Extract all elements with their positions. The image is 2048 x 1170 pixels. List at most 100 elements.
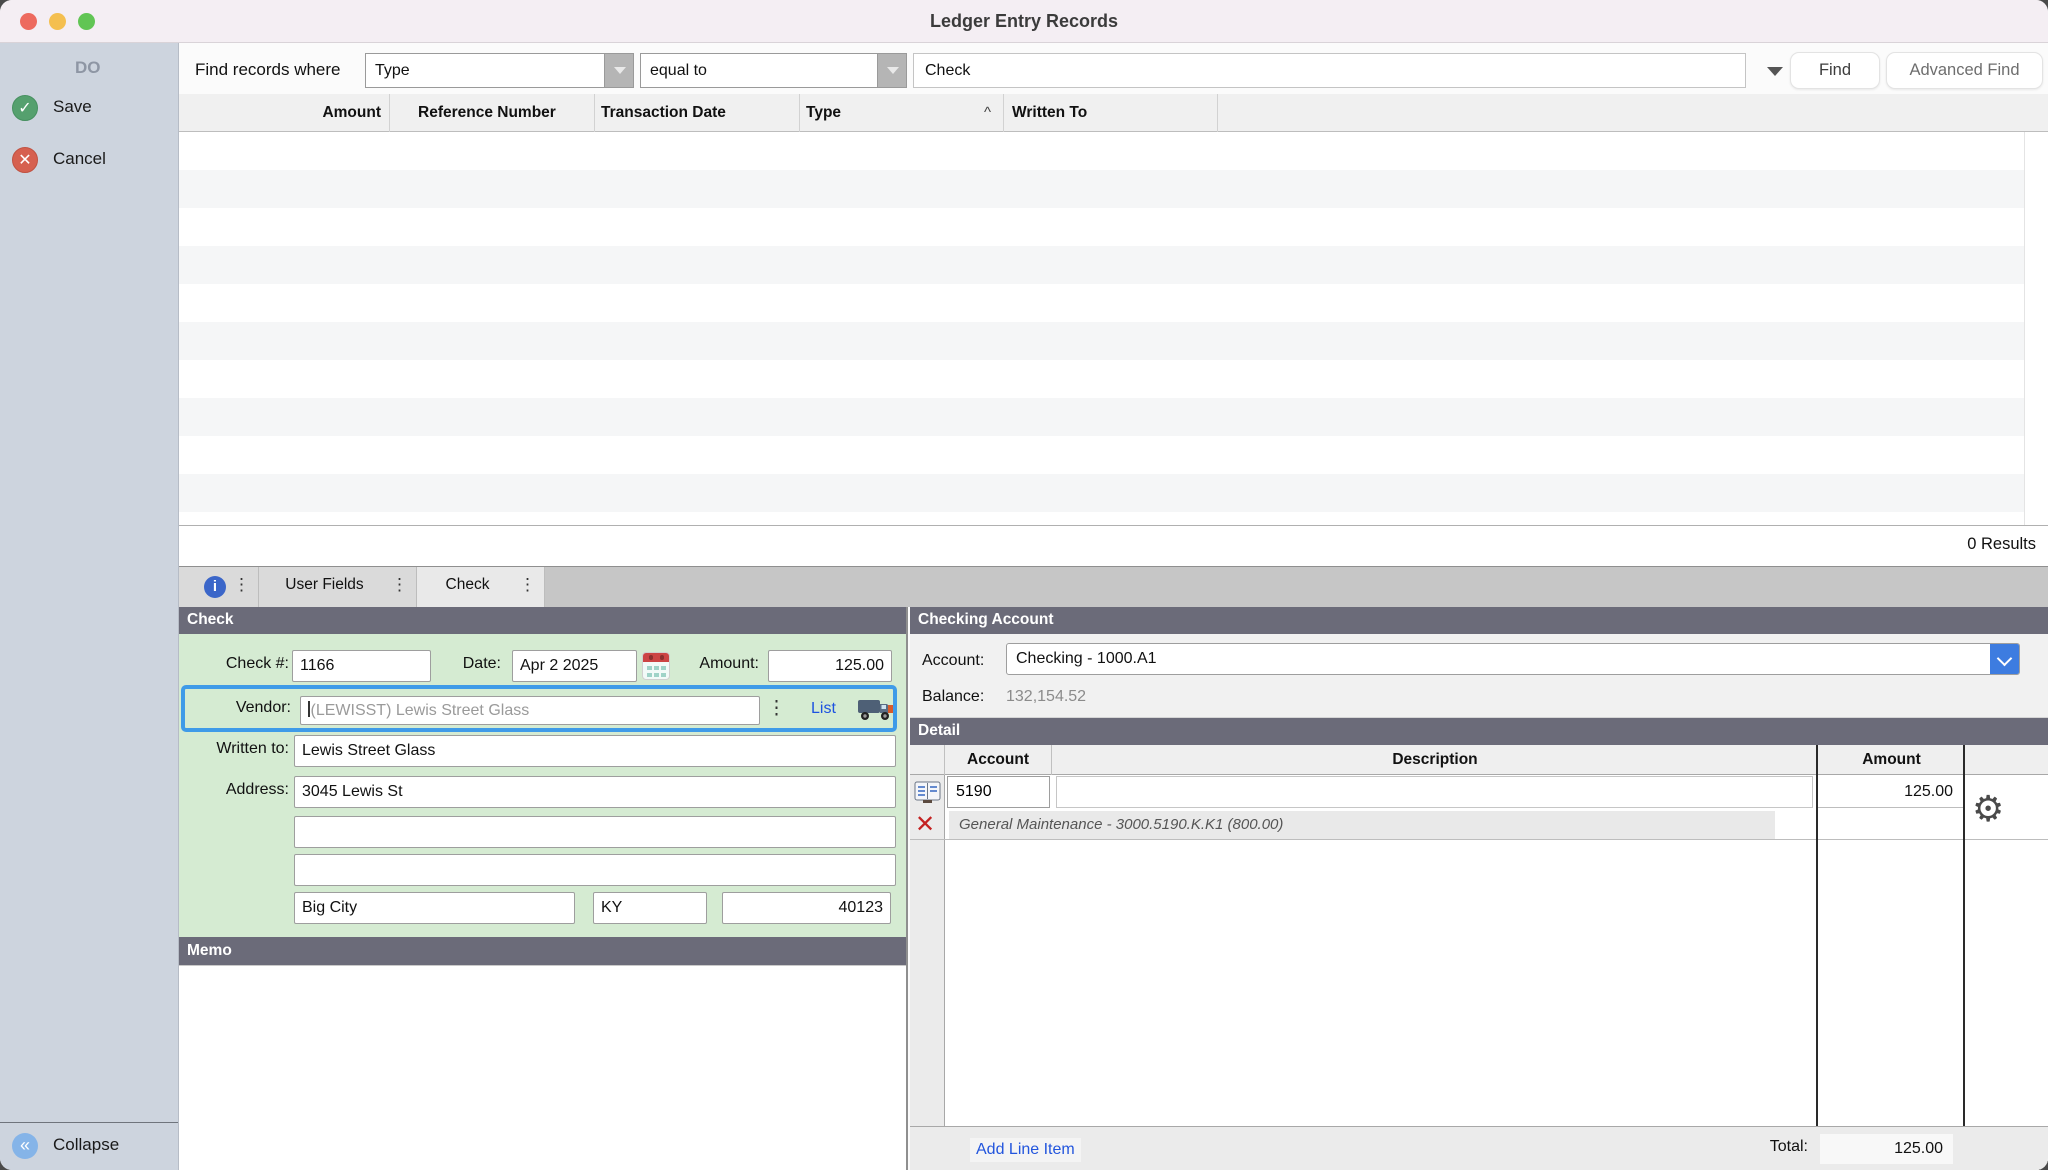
cancel-label: Cancel [53, 149, 106, 168]
detail-icon-column-header [910, 745, 945, 775]
find-field-dropdown[interactable]: Type [365, 53, 634, 88]
city-input[interactable]: Big City [294, 892, 575, 924]
find-operator-dropdown-value: equal to [650, 62, 707, 79]
memo-section-header: Memo [179, 937, 906, 965]
vendor-list-link[interactable]: List [811, 700, 836, 718]
column-header-written-to[interactable]: Written To [1004, 94, 1218, 132]
results-count: 0 Results [1967, 535, 2036, 553]
state-input[interactable]: KY [593, 892, 707, 924]
checking-account-section-header: Checking Account [910, 607, 2048, 634]
address-line3-input[interactable] [294, 854, 896, 886]
column-header-type-label: Type [806, 104, 842, 121]
cancel-button[interactable]: ✕ Cancel [0, 146, 179, 174]
detail-line-item-row: 5190 125.00 [910, 776, 2048, 809]
amount-input[interactable]: 125.00 [768, 650, 892, 682]
tab-overflow-dots-icon[interactable]: ⋮ [519, 575, 536, 595]
collapse-label: Collapse [53, 1135, 120, 1154]
find-button[interactable]: Find [1790, 52, 1880, 89]
tab-check-active[interactable]: Check ⋮ [417, 567, 545, 607]
delete-line-item-icon[interactable]: ✕ [915, 810, 935, 838]
detail-footer: Add Line Item Total: 125.00 [910, 1126, 2048, 1170]
date-label: Date: [462, 655, 501, 672]
save-label: Save [53, 97, 92, 116]
tab-overflow-dots-icon[interactable]: ⋮ [233, 575, 250, 595]
amount-column-divider [1816, 745, 1818, 1170]
detail-column-amount[interactable]: Amount [1818, 745, 1965, 775]
sort-ascending-icon[interactable]: ^ [984, 94, 991, 132]
account-select[interactable]: Checking - 1000.A1 [1006, 643, 2020, 675]
balance-value: 132,154.52 [1006, 688, 1087, 705]
vendor-label: Vendor: [235, 699, 291, 716]
account-area: Account: Checking - 1000.A1 Balance: 132… [910, 634, 2048, 718]
save-check-icon: ✓ [12, 95, 38, 121]
written-to-label: Written to: [216, 740, 289, 757]
find-field-dropdown-value: Type [375, 62, 410, 79]
total-value: 125.00 [1820, 1134, 1953, 1164]
save-button[interactable]: ✓ Save [0, 94, 179, 122]
advanced-find-button[interactable]: Advanced Find [1886, 52, 2043, 89]
vendor-focus-highlight: Vendor: (LEWISST) Lewis Street Glass ⋮ L… [181, 685, 897, 732]
tab-user-fields[interactable]: User Fields ⋮ [259, 567, 417, 607]
vendor-placeholder: (LEWISST) Lewis Street Glass [310, 702, 530, 719]
vendor-options-dots-icon[interactable]: ⋮ [767, 697, 786, 720]
main-area: Find records where Type equal to Check F… [179, 43, 2048, 1170]
dropdown-chevron-icon[interactable] [604, 54, 633, 87]
line-item-amount-value[interactable]: 125.00 [1818, 776, 1963, 808]
detail-account-note-row: ✕ General Maintenance - 3000.5190.K.K1 (… [910, 810, 2048, 840]
ledger-book-icon[interactable] [914, 780, 941, 809]
address-label: Address: [225, 781, 289, 798]
address-line1-input[interactable]: 3045 Lewis St [294, 776, 896, 808]
calendar-icon[interactable] [642, 652, 670, 680]
column-header-transaction-date[interactable]: Transaction Date [595, 94, 800, 132]
tab-bar: i ⋮ User Fields ⋮ Check ⋮ [179, 567, 2048, 607]
check-panel: Check Check #: 1166 Date: Apr 2 2025 Amo… [179, 607, 908, 1170]
text-cursor [308, 701, 310, 717]
results-header-row: Amount Reference Number Transaction Date… [179, 94, 2048, 132]
tab-check-label: Check [445, 576, 490, 593]
detail-column-description[interactable]: Description [1052, 745, 1818, 775]
account-label: Account: [922, 652, 985, 669]
find-value-input[interactable]: Check [913, 53, 1746, 88]
collapse-sidebar-button[interactable]: « Collapse [0, 1132, 179, 1160]
column-header-amount[interactable]: Amount [179, 94, 390, 132]
results-count-bar: 0 Results [179, 525, 2048, 567]
account-select-value: Checking - 1000.A1 [1016, 650, 1157, 667]
sidebar-divider [0, 1122, 178, 1123]
find-records-label: Find records where [195, 60, 341, 79]
check-section-header: Check [179, 607, 906, 634]
zip-input[interactable]: 40123 [722, 892, 891, 924]
results-table-body[interactable] [179, 132, 2048, 525]
tab-overflow-dots-icon[interactable]: ⋮ [391, 575, 408, 595]
balance-label: Balance: [922, 688, 985, 705]
saved-finds-caret-icon[interactable] [1767, 67, 1783, 76]
collapse-chevrons-icon: « [12, 1133, 38, 1159]
vendor-input[interactable]: (LEWISST) Lewis Street Glass [300, 696, 760, 725]
app-window: Ledger Entry Records DO ✓ Save ✕ Cancel … [0, 0, 2048, 1170]
tab-info[interactable]: i ⋮ [179, 567, 259, 607]
info-icon: i [204, 576, 226, 598]
checking-account-panel: Checking Account Account: Checking - 100… [910, 607, 2048, 1170]
memo-textarea[interactable] [179, 965, 906, 1170]
address-line2-input[interactable] [294, 816, 896, 848]
title-bar: Ledger Entry Records [0, 0, 2048, 43]
date-input[interactable]: Apr 2 2025 [512, 650, 637, 682]
add-line-item-link[interactable]: Add Line Item [970, 1138, 1081, 1162]
check-form: Check #: 1166 Date: Apr 2 2025 Amount: 1… [179, 634, 906, 937]
dropdown-chevron-icon[interactable] [877, 54, 906, 87]
results-scrollbar-track[interactable] [2024, 132, 2048, 525]
column-header-type[interactable]: Type ^ [800, 94, 1004, 132]
tab-user-fields-label: User Fields [285, 576, 364, 593]
detail-table: Account Description Amount 5190 125.00 ✕… [910, 745, 2048, 1170]
line-item-settings-gear-icon[interactable]: ⚙ [1972, 789, 2004, 830]
check-number-input[interactable]: 1166 [292, 650, 431, 682]
vendor-truck-icon[interactable] [857, 697, 895, 728]
find-operator-dropdown[interactable]: equal to [640, 53, 907, 88]
written-to-input[interactable]: Lewis Street Glass [294, 735, 896, 767]
account-dropdown-chevron-icon[interactable] [1990, 644, 2019, 674]
detail-column-account[interactable]: Account [945, 745, 1052, 775]
line-item-account-input[interactable]: 5190 [947, 776, 1050, 808]
line-item-description-input[interactable] [1056, 776, 1813, 808]
column-header-reference-number[interactable]: Reference Number [390, 94, 595, 132]
amount-label: Amount: [699, 655, 759, 672]
cancel-x-icon: ✕ [12, 147, 38, 173]
